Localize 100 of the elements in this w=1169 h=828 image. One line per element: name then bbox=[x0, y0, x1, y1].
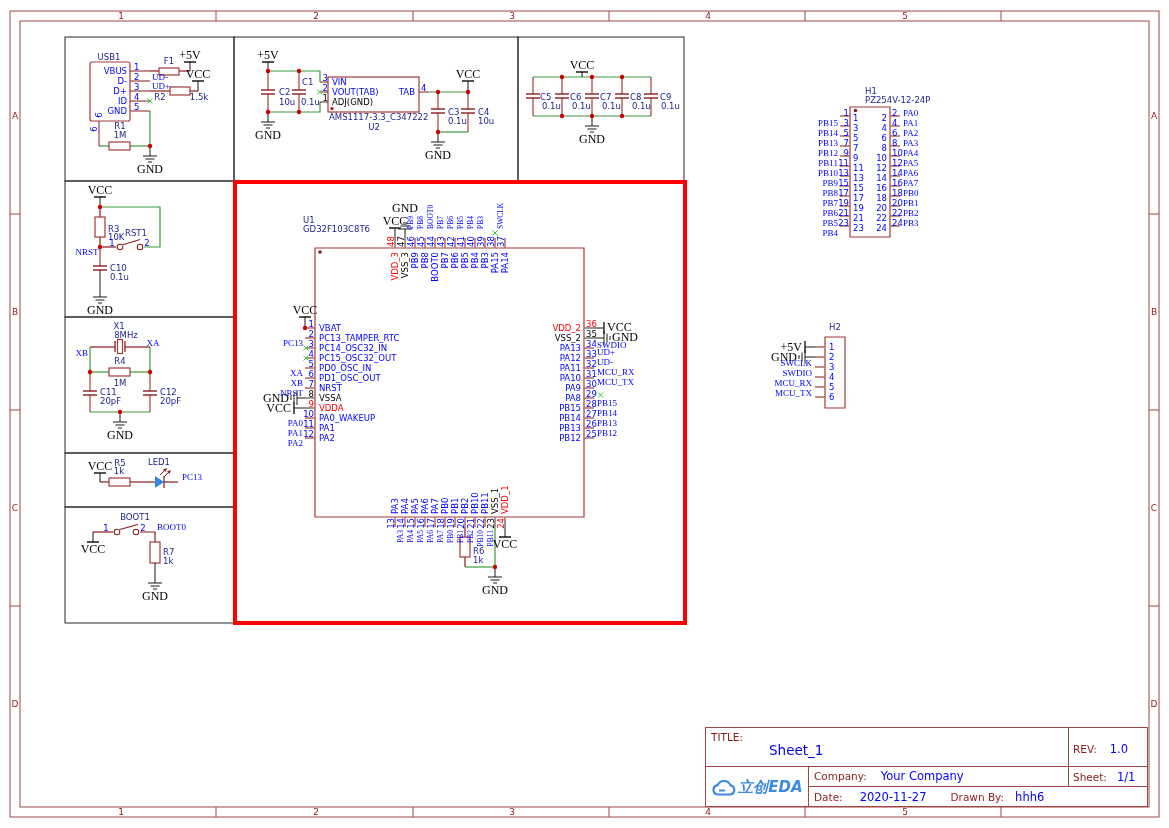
wire bbox=[89, 411, 151, 413]
net-label: PB8 bbox=[822, 188, 838, 198]
pin-number: 6 bbox=[892, 127, 898, 138]
pin-name: PB4 bbox=[469, 252, 480, 269]
pin-name: 5 bbox=[853, 132, 859, 143]
junction-dot-icon bbox=[465, 89, 471, 95]
capacitor-symbol bbox=[142, 371, 158, 413]
junction-dot-icon bbox=[589, 74, 595, 80]
net-label: PA6 bbox=[903, 168, 919, 178]
company-value: Your Company bbox=[880, 770, 964, 783]
net-label: MCU_RX bbox=[774, 378, 812, 388]
designator-label: USB1 bbox=[97, 52, 121, 62]
pin-number: 7 bbox=[843, 137, 849, 148]
net-label: UD- bbox=[152, 72, 168, 82]
power-label: VCC bbox=[569, 58, 595, 72]
resistor-symbol bbox=[108, 367, 131, 377]
net-label: UD+ bbox=[152, 81, 171, 91]
pin-number: 25 bbox=[586, 428, 597, 439]
pin-number: 5 bbox=[134, 102, 140, 112]
designator-label: C5 bbox=[540, 92, 552, 102]
net-label: PB12 bbox=[818, 148, 838, 158]
pin-number: 13 bbox=[385, 518, 396, 529]
designator-label: LED1 bbox=[147, 457, 171, 467]
designator-label: F1 bbox=[163, 56, 175, 66]
company-caption: Company: bbox=[814, 771, 867, 782]
title-caption: TITLE: bbox=[711, 732, 743, 743]
power-label: +5V bbox=[257, 48, 279, 62]
net-label: MCU_TX bbox=[775, 388, 812, 398]
switch-symbol bbox=[116, 239, 144, 251]
pin-number: 11 bbox=[838, 157, 849, 168]
wire bbox=[99, 481, 110, 483]
wire bbox=[98, 145, 110, 147]
pin-number: 37 bbox=[495, 236, 506, 247]
pin-number: 26 bbox=[586, 418, 597, 429]
net-label: PB1 bbox=[903, 198, 919, 208]
pin-number: 21 bbox=[465, 518, 476, 529]
power-icon bbox=[576, 71, 588, 77]
pin-name: PA6 bbox=[419, 498, 430, 514]
pin-name: 16 bbox=[876, 182, 887, 193]
cloud-icon bbox=[711, 779, 737, 796]
ground-icon bbox=[488, 567, 502, 584]
wire bbox=[139, 531, 156, 543]
pin-name: 23 bbox=[853, 222, 864, 233]
pin-number: 39 bbox=[475, 236, 486, 247]
junction-dot-icon bbox=[302, 325, 308, 331]
designator-label: H2 bbox=[829, 322, 841, 332]
pin-number: 48 bbox=[385, 236, 396, 247]
pin-name: PB15 bbox=[559, 403, 581, 413]
designator-label: R2 bbox=[154, 92, 166, 102]
pin-number: 16 bbox=[892, 177, 903, 188]
power-label: GND bbox=[137, 162, 163, 176]
pin-number: 1 bbox=[322, 93, 328, 103]
pin-number: 1 bbox=[308, 318, 314, 329]
net-label: PB9 bbox=[822, 178, 838, 188]
net-label: PB4 bbox=[822, 228, 838, 238]
wire bbox=[92, 531, 114, 533]
part-number-label: GD32F103C8T6 bbox=[303, 224, 370, 234]
power-label: GND bbox=[392, 201, 418, 215]
pin-name: PB6 bbox=[449, 252, 460, 269]
pin-number: 44 bbox=[425, 236, 436, 247]
pin-name: PA8 bbox=[565, 393, 581, 403]
pin-number: 15 bbox=[838, 177, 849, 188]
pin-name: VSSA bbox=[319, 393, 342, 403]
power-icon bbox=[499, 527, 511, 538]
pin-name: VBUS bbox=[103, 66, 127, 76]
junction-dot-icon bbox=[619, 113, 625, 119]
net-label: PB14 bbox=[818, 128, 838, 138]
pin-name: PA9 bbox=[565, 383, 581, 393]
pin-name: PA0_WAKEUP bbox=[319, 413, 376, 423]
pin-name: PB1 bbox=[449, 497, 460, 514]
designator-label: U2 bbox=[368, 122, 380, 132]
designator-label: H1 bbox=[865, 86, 877, 96]
designator-label: C6 bbox=[570, 92, 582, 102]
net-label: PA4 bbox=[903, 148, 919, 158]
designator-label: C9 bbox=[660, 92, 672, 102]
pin-number: 23 bbox=[485, 518, 496, 529]
pin-name: 3 bbox=[853, 122, 859, 133]
power-icon bbox=[293, 402, 305, 414]
pin-name: PC13_TAMPER_RTC bbox=[319, 333, 400, 343]
zone-label: 3 bbox=[509, 807, 515, 817]
pin-number: 19 bbox=[445, 518, 456, 529]
pin-name: 18 bbox=[876, 192, 887, 203]
pin-name: 20 bbox=[876, 202, 887, 213]
pin-number: 36 bbox=[586, 318, 597, 329]
pin-number: 27 bbox=[586, 408, 597, 419]
power-icon bbox=[262, 61, 274, 71]
pin-number: 17 bbox=[838, 187, 849, 198]
pin-one-dot-icon bbox=[330, 106, 334, 111]
capacitor-symbol bbox=[82, 371, 98, 413]
net-label: MCU_TX bbox=[597, 377, 634, 387]
pin-name: NRST bbox=[319, 383, 342, 393]
ground-icon bbox=[431, 132, 445, 149]
pin-name: 9 bbox=[853, 152, 859, 163]
pin-number: 15 bbox=[405, 518, 416, 529]
power-icon bbox=[192, 80, 204, 91]
net-label: XA bbox=[290, 368, 303, 378]
pin-number: 2 bbox=[144, 238, 150, 248]
power-label: GND bbox=[87, 303, 113, 317]
pin-number: 32 bbox=[586, 358, 597, 369]
junction-dot-icon bbox=[265, 109, 271, 115]
